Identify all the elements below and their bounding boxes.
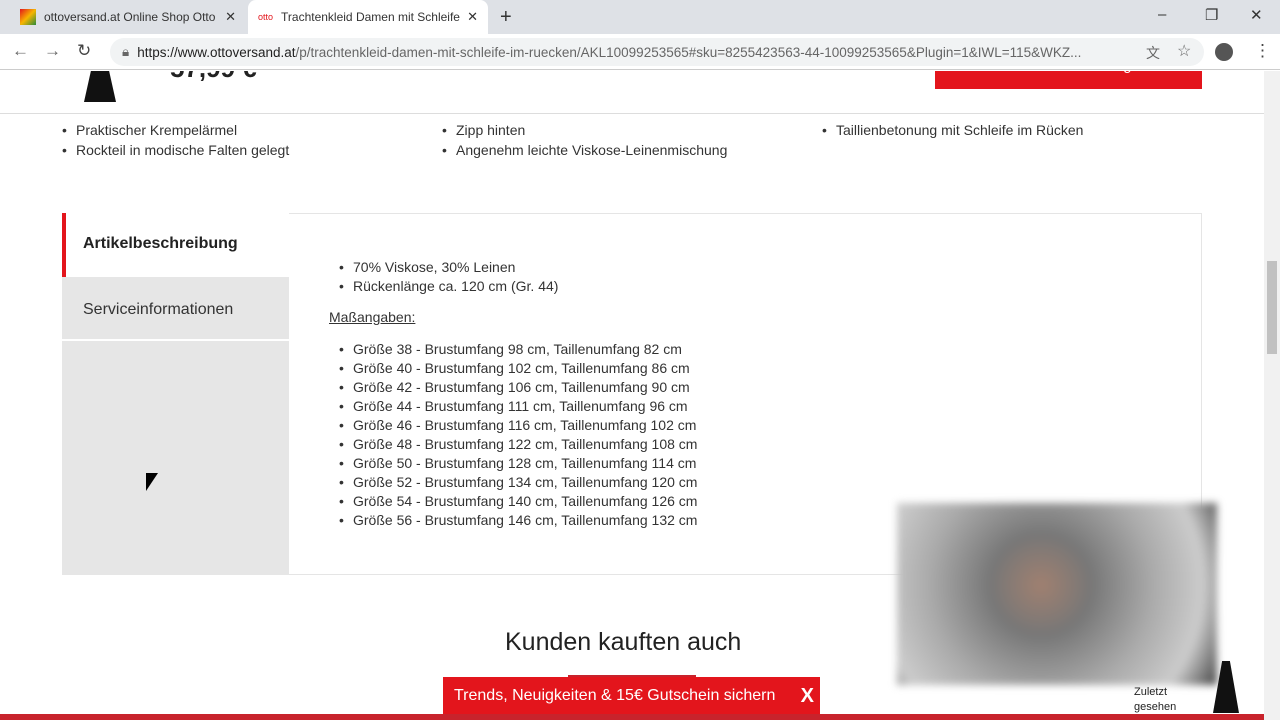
size-item: Größe 40 - Brustumfang 102 cm, Taillenum… xyxy=(339,359,697,378)
star-icon[interactable]: ☆ xyxy=(1177,41,1191,61)
tab-trachtenkleid[interactable]: otto Trachtenkleid Damen mit Schleife ✕ xyxy=(248,0,488,34)
features-col-2: Zipp hinten Angenehm leichte Viskose-Lei… xyxy=(442,120,727,160)
reload-icon[interactable]: ↻ xyxy=(77,41,91,61)
profile-icon[interactable] xyxy=(1215,43,1233,61)
address-bar[interactable]: 🔒︎ https://www.ottoversand.at/p/trachten… xyxy=(110,38,1204,66)
size-item: Größe 56 - Brustumfang 146 cm, Taillenum… xyxy=(339,511,697,530)
scrollbar[interactable] xyxy=(1264,71,1280,720)
tab-title: ottoversand.at Online Shop Otto xyxy=(44,10,216,24)
tab-bar: ottoversand.at Online Shop Otto ✕ otto T… xyxy=(0,0,1280,34)
newsletter-banner[interactable]: Trends, Neuigkeiten & 15€ Gutschein sich… xyxy=(443,677,820,715)
menu-icon[interactable]: ⋮ xyxy=(1254,41,1271,61)
size-item: Größe 52 - Brustumfang 134 cm, Taillenum… xyxy=(339,473,697,492)
add-to-cart-button[interactable]: In den Warenkorb legen xyxy=(935,71,1202,89)
recent-label-1: Zuletzt xyxy=(1134,686,1168,698)
material-item: Rückenlänge ca. 120 cm (Gr. 44) xyxy=(339,277,697,296)
tab-otto-shop[interactable]: ottoversand.at Online Shop Otto ✕ xyxy=(10,0,246,34)
otto-favicon-icon: otto xyxy=(258,12,274,22)
features-col-1: Praktischer Krempelärmel Rockteil in mod… xyxy=(62,120,289,160)
feature-item: Zipp hinten xyxy=(442,120,727,140)
feature-item: Rockteil in modische Falten gelegt xyxy=(62,140,289,160)
scrollbar-thumb[interactable] xyxy=(1267,261,1277,354)
forward-icon[interactable]: → xyxy=(44,41,61,61)
translate-icon[interactable]: ⽂ xyxy=(1146,43,1160,63)
size-item: Größe 54 - Brustumfang 140 cm, Taillenum… xyxy=(339,492,697,511)
browser-toolbar: ← → ↻ 🔒︎ https://www.ottoversand.at/p/tr… xyxy=(0,34,1280,70)
sticky-header: 57,99 € In den Warenkorb legen xyxy=(0,71,1264,114)
size-item: Größe 48 - Brustumfang 122 cm, Taillenum… xyxy=(339,435,697,454)
restore-icon[interactable]: ❐ xyxy=(1205,6,1218,24)
recent-label-2: gesehen xyxy=(1134,701,1177,713)
minimize-icon[interactable]: – xyxy=(1158,6,1166,23)
back-icon[interactable]: ← xyxy=(12,41,29,61)
mouse-cursor-icon xyxy=(146,473,158,491)
feature-item: Praktischer Krempelärmel xyxy=(62,120,289,140)
page-content: 57,99 € In den Warenkorb legen Praktisch… xyxy=(0,71,1264,720)
close-window-icon[interactable]: ✕ xyxy=(1250,6,1263,24)
size-item: Größe 44 - Brustumfang 111 cm, Taillenum… xyxy=(339,397,697,416)
close-tab-icon[interactable]: ✕ xyxy=(225,9,236,25)
close-icon[interactable]: X xyxy=(801,685,814,708)
tab-artikelbeschreibung[interactable]: Artikelbeschreibung xyxy=(62,213,289,277)
webcam-overlay xyxy=(897,503,1217,685)
product-thumbnail xyxy=(84,71,116,102)
close-tab-icon[interactable]: ✕ xyxy=(467,9,478,25)
new-tab-icon[interactable]: + xyxy=(500,6,512,29)
tab-serviceinformationen[interactable]: Serviceinformationen xyxy=(62,279,289,341)
size-item: Größe 50 - Brustumfang 128 cm, Taillenum… xyxy=(339,454,697,473)
size-item: Größe 38 - Brustumfang 98 cm, Taillenumf… xyxy=(339,340,697,359)
recently-viewed-label[interactable]: Zuletzt gesehen xyxy=(1134,685,1176,715)
features-col-3: Taillienbetonung mit Schleife im Rücken xyxy=(822,120,1083,140)
section-heading: Kunden kauften auch xyxy=(505,628,742,656)
size-item: Größe 42 - Brustumfang 106 cm, Taillenum… xyxy=(339,378,697,397)
banner-text: Trends, Neuigkeiten & 15€ Gutschein sich… xyxy=(454,687,776,704)
bottom-bar xyxy=(0,714,1264,720)
description-content: 70% Viskose, 30% Leinen Rückenlänge ca. … xyxy=(329,258,697,530)
feature-item: Angenehm leichte Viskose-Leinenmischung xyxy=(442,140,727,160)
tab-title: Trachtenkleid Damen mit Schleife xyxy=(281,10,460,24)
measure-heading: Maßangaben: xyxy=(329,309,416,325)
otto-favicon-icon xyxy=(20,9,36,25)
price: 57,99 € xyxy=(170,71,257,84)
url-host: https://www.ottoversand.at xyxy=(137,44,296,60)
size-item: Größe 46 - Brustumfang 116 cm, Taillenum… xyxy=(339,416,697,435)
lock-icon: 🔒︎ xyxy=(122,44,130,59)
feature-item: Taillienbetonung mit Schleife im Rücken xyxy=(822,120,1083,140)
material-item: 70% Viskose, 30% Leinen xyxy=(339,258,697,277)
url-path: /p/trachtenkleid-damen-mit-schleife-im-r… xyxy=(295,44,1082,60)
